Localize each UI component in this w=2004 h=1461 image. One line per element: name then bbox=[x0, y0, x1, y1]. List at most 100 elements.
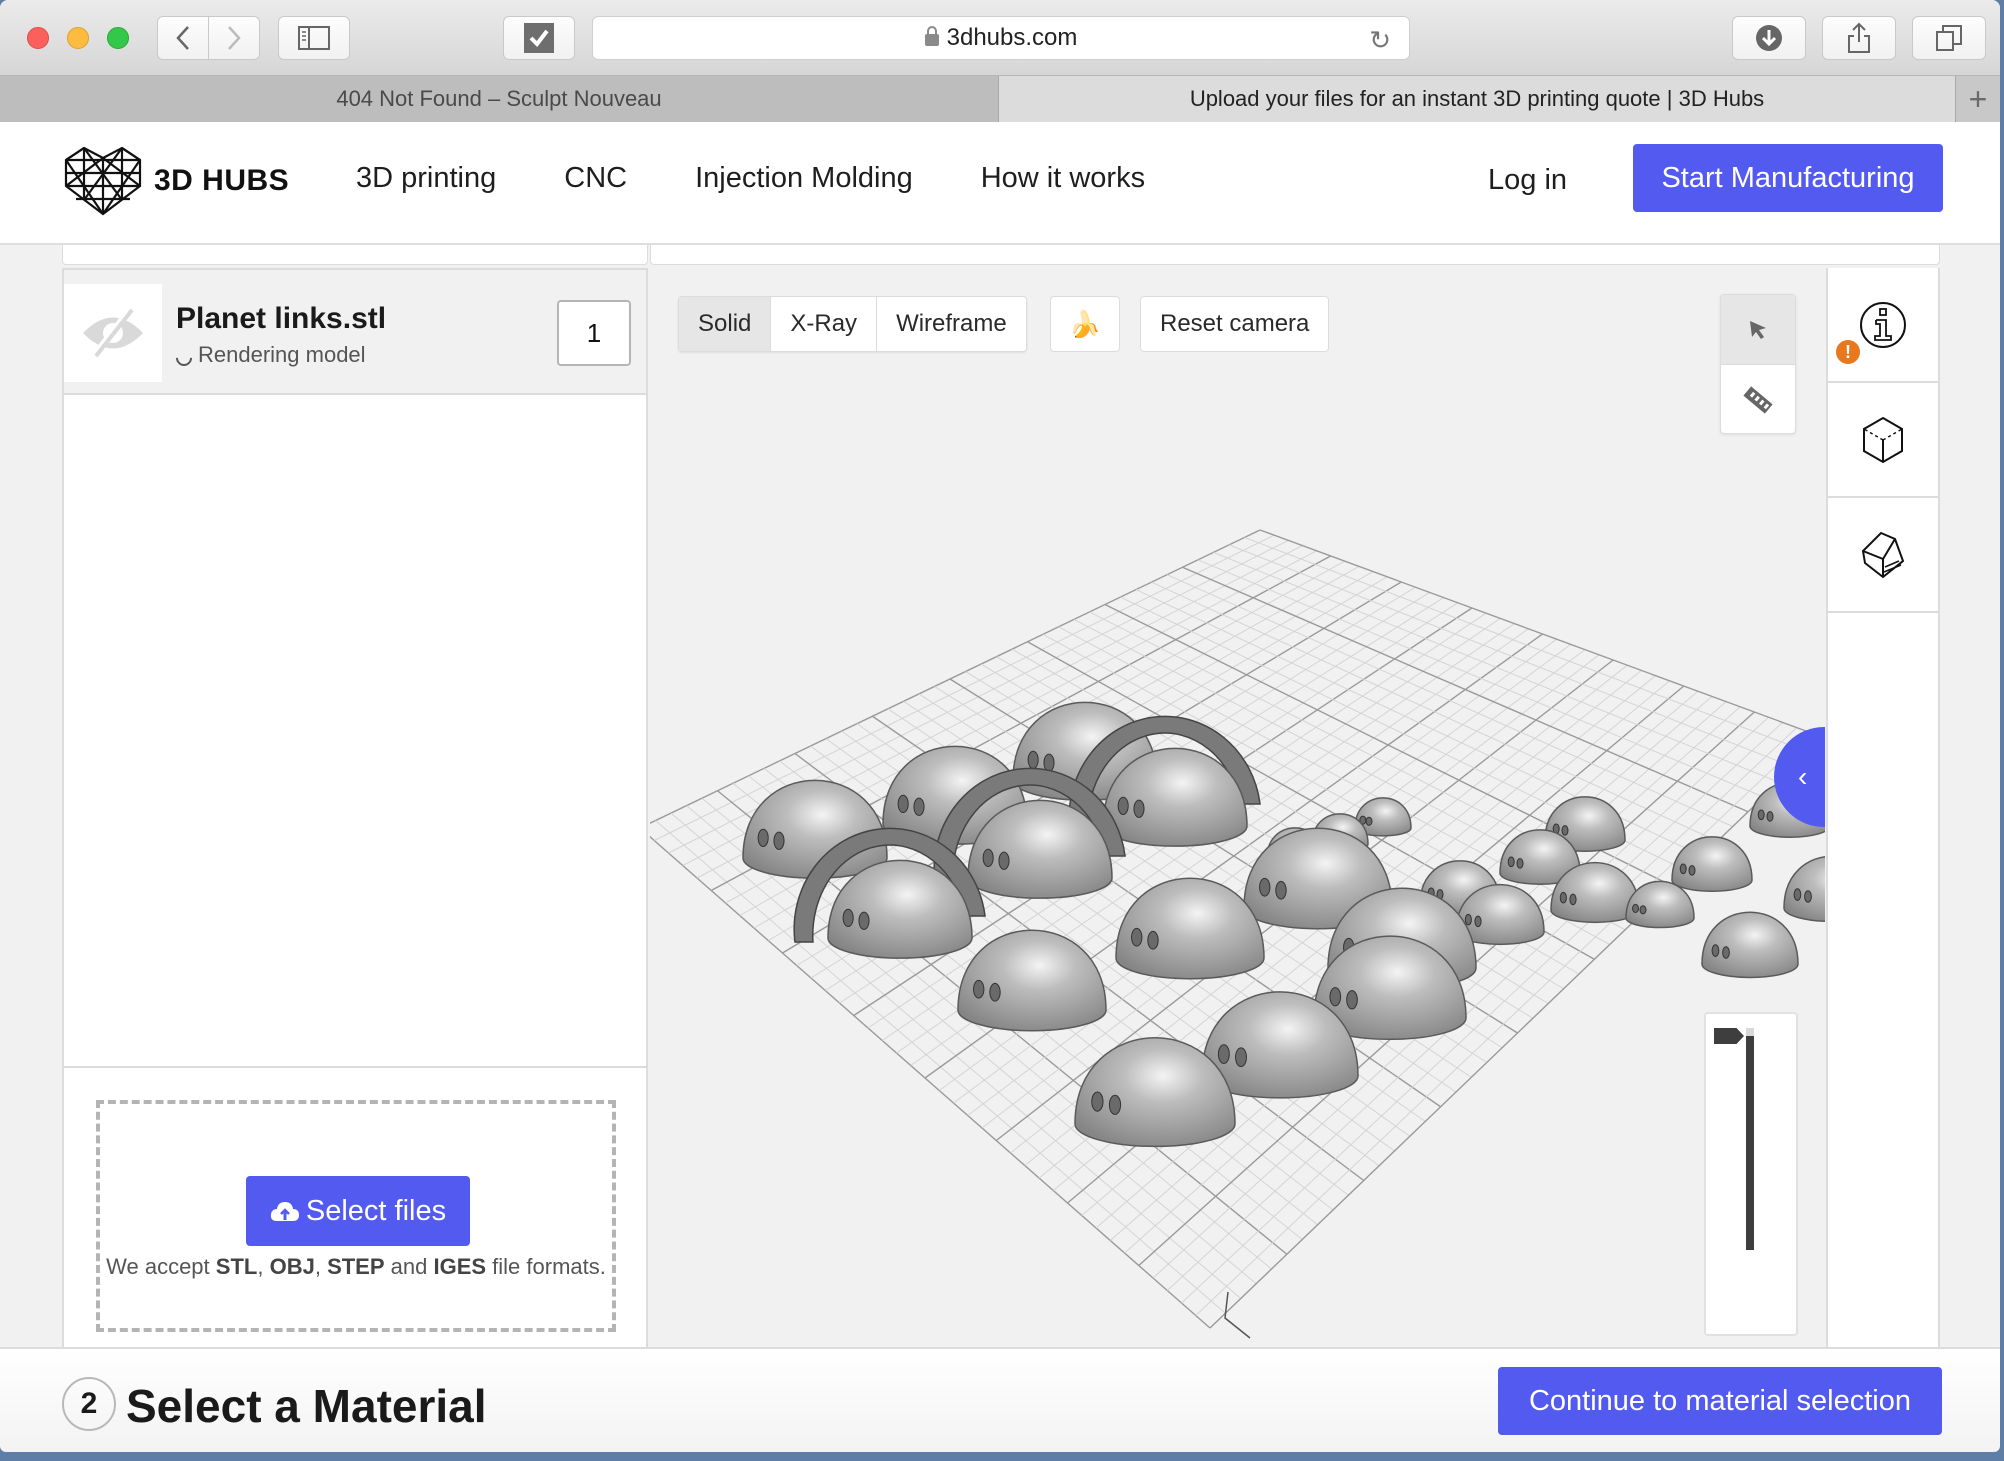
file-list-item[interactable]: Planet links.stl Rendering model 1 bbox=[64, 270, 646, 395]
site-header: 3D HUBS 3D printing CNC Injection Moldin… bbox=[0, 122, 2000, 245]
sep: , bbox=[314, 1254, 328, 1279]
format-obj: OBJ bbox=[269, 1254, 315, 1279]
sidebar-toggle-button[interactable] bbox=[278, 16, 350, 60]
reset-camera-button[interactable]: Reset camera bbox=[1140, 296, 1330, 352]
grid-line bbox=[1244, 536, 1810, 754]
accept-suffix: file formats. bbox=[486, 1254, 606, 1279]
info-icon bbox=[1860, 301, 1906, 348]
logo[interactable]: 3D HUBS bbox=[64, 146, 289, 216]
downloads-button[interactable] bbox=[1732, 16, 1806, 60]
cube-section-icon bbox=[1861, 531, 1905, 578]
dimension-bracket bbox=[1224, 1291, 1251, 1339]
grid-line bbox=[1259, 529, 1825, 739]
logo-text: 3D HUBS bbox=[154, 164, 290, 197]
download-icon bbox=[1756, 25, 1782, 51]
3d-scene[interactable] bbox=[650, 268, 1825, 1348]
grid-line bbox=[1213, 551, 1780, 783]
dome-part bbox=[957, 929, 1107, 1032]
tabs-overview-icon bbox=[1936, 25, 1962, 51]
select-tool-button[interactable] bbox=[1721, 295, 1795, 365]
file-thumbnail bbox=[64, 284, 162, 382]
banana-icon: 🍌 bbox=[1068, 308, 1102, 339]
measure-tool-button[interactable] bbox=[1721, 365, 1795, 433]
start-manufacturing-button[interactable]: Start Manufacturing bbox=[1633, 144, 1943, 212]
model-parts bbox=[742, 701, 1825, 1148]
format-step: STEP bbox=[327, 1254, 385, 1279]
format-iges: IGES bbox=[433, 1254, 487, 1279]
browser-titlebar: 3dhubs.com ↻ bbox=[0, 0, 2000, 76]
chevron-right-icon bbox=[228, 26, 241, 50]
sidebar-dimensions-tile[interactable] bbox=[1828, 383, 1938, 498]
step-number-badge: 2 bbox=[62, 1377, 116, 1431]
dome-part bbox=[742, 779, 888, 879]
address-bar[interactable]: 3dhubs.com ↻ bbox=[592, 16, 1410, 60]
cloud-upload-icon bbox=[270, 1202, 299, 1221]
sidebar-cross-section-tile[interactable] bbox=[1828, 498, 1938, 613]
view-mode-xray[interactable]: X-Ray bbox=[771, 297, 878, 351]
layer-slider-track[interactable] bbox=[1746, 1028, 1754, 1250]
minimize-window-button[interactable] bbox=[67, 27, 89, 49]
file-status-text: Rendering model bbox=[198, 342, 366, 367]
main-nav: 3D printing CNC Injection Molding How it… bbox=[356, 162, 1213, 195]
checkbox-icon bbox=[524, 23, 554, 53]
sep: , bbox=[257, 1254, 270, 1279]
share-icon bbox=[1848, 22, 1870, 53]
quantity-input[interactable]: 1 bbox=[557, 300, 631, 366]
select-files-label: Select files bbox=[305, 1194, 447, 1227]
share-button[interactable] bbox=[1822, 16, 1896, 60]
nav-3d-printing[interactable]: 3D printing bbox=[356, 162, 496, 195]
lock-icon bbox=[924, 26, 939, 46]
file-name: Planet links.stl bbox=[176, 302, 387, 335]
cube-icon bbox=[1863, 416, 1903, 463]
next-step-bar: 2 Select a Material Continue to material… bbox=[0, 1347, 2000, 1451]
new-tab-button[interactable]: + bbox=[1956, 76, 2000, 122]
pointer-icon bbox=[1750, 320, 1766, 339]
view-mode-solid[interactable]: Solid bbox=[679, 297, 772, 351]
ruler-icon bbox=[1743, 386, 1773, 414]
tab-sculpt-nouveau[interactable]: 404 Not Found – Sculpt Nouveau bbox=[0, 76, 999, 122]
viewer-top-strip bbox=[650, 245, 1940, 265]
left-panel-top-strip bbox=[62, 245, 648, 265]
3d-viewport[interactable]: Solid X-Ray Wireframe 🍌 Reset camera ‹ bbox=[650, 268, 1825, 1348]
chevron-left-icon: ‹ bbox=[1798, 761, 1808, 792]
sidebar-icon bbox=[298, 26, 330, 50]
layer-slider-panel bbox=[1704, 1012, 1798, 1336]
reload-icon[interactable]: ↻ bbox=[1369, 25, 1391, 56]
login-link[interactable]: Log in bbox=[1488, 164, 1567, 197]
view-mode-group: Solid X-Ray Wireframe bbox=[678, 296, 1027, 352]
tab-bar: 404 Not Found – Sculpt Nouveau Upload yo… bbox=[0, 76, 2000, 122]
accepted-formats-text: We accept STL, OBJ, STEP and IGES file f… bbox=[104, 1254, 608, 1280]
step-title: Select a Material bbox=[126, 1380, 487, 1432]
continue-to-material-button[interactable]: Continue to material selection bbox=[1498, 1367, 1942, 1435]
url-text: 3dhubs.com bbox=[946, 24, 1078, 51]
select-files-button[interactable]: Select files bbox=[246, 1176, 470, 1246]
forward-button[interactable] bbox=[208, 16, 260, 60]
file-status: Rendering model bbox=[172, 342, 366, 370]
dome-part bbox=[1671, 836, 1753, 892]
right-sidebar: ! bbox=[1826, 268, 1940, 1348]
eye-off-icon bbox=[83, 308, 143, 358]
upload-section: Select files We accept STL, OBJ, STEP an… bbox=[64, 1066, 646, 1350]
loading-spinner-icon bbox=[172, 346, 196, 370]
nav-cnc[interactable]: CNC bbox=[564, 162, 627, 195]
grid-line bbox=[1197, 559, 1764, 798]
close-window-button[interactable] bbox=[27, 27, 49, 49]
extension-button[interactable] bbox=[503, 16, 575, 60]
banana-scale-button[interactable]: 🍌 bbox=[1050, 296, 1120, 352]
viewer-tools bbox=[1720, 294, 1796, 434]
nav-injection-molding[interactable]: Injection Molding bbox=[695, 162, 913, 195]
nav-how-it-works[interactable]: How it works bbox=[981, 162, 1145, 195]
back-button[interactable] bbox=[157, 16, 209, 60]
file-dropzone[interactable]: Select files We accept STL, OBJ, STEP an… bbox=[96, 1100, 616, 1332]
dome-part bbox=[1701, 911, 1799, 979]
tabs-overview-button[interactable] bbox=[1912, 16, 1986, 60]
warning-badge: ! bbox=[1836, 340, 1860, 364]
browser-window: 3dhubs.com ↻ 404 Not Found – Sculpt Nouv… bbox=[0, 0, 2000, 1452]
layer-slider-track-top bbox=[1746, 1028, 1754, 1036]
tab-3dhubs[interactable]: Upload your files for an instant 3D prin… bbox=[999, 76, 1956, 122]
sidebar-info-tile[interactable]: ! bbox=[1828, 268, 1938, 383]
layer-slider-handle[interactable] bbox=[1714, 1028, 1744, 1044]
dome-part bbox=[1783, 856, 1825, 923]
zoom-window-button[interactable] bbox=[107, 27, 129, 49]
view-mode-wireframe[interactable]: Wireframe bbox=[877, 297, 1026, 351]
